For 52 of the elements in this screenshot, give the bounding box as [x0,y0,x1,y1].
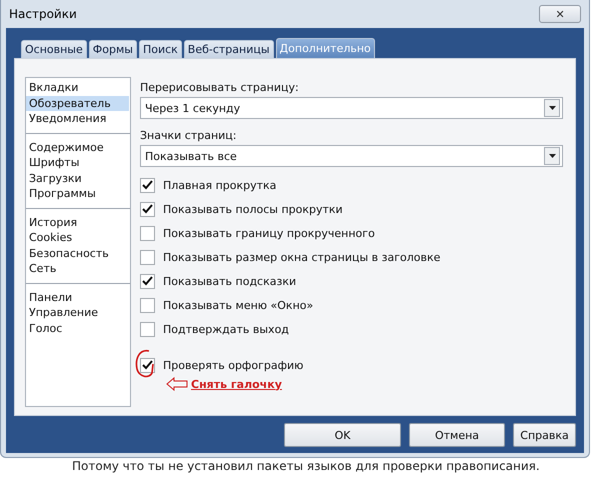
tab[interactable]: Формы [88,40,137,58]
checkbox-label: Показывать границу прокрученного [163,226,375,240]
tab[interactable]: Веб-страницы [184,40,274,58]
dialog-button[interactable]: Справка [513,423,576,447]
category-item[interactable]: Вкладки [26,80,129,96]
category-item[interactable]: Загрузки [26,170,129,186]
checkbox[interactable] [140,358,155,372]
checkbox[interactable] [140,250,155,264]
category-item[interactable]: Обозреватель [26,96,129,111]
dialog-button[interactable]: OK [284,423,401,447]
checkbox[interactable] [140,202,155,216]
check-icon [142,180,153,190]
category-item[interactable]: Программы [26,186,129,202]
caption: Потому что ты не установил пакеты языков для проверки правописания. [71,459,541,473]
checkbox-label: Подтверждать выход [163,322,289,336]
dropdown-label: Перерисовывать страницу: [140,81,300,94]
checkbox-label: Показывать подсказки [163,274,296,288]
check-icon [142,276,153,286]
close-button[interactable]: ✕ [539,5,581,23]
checkbox-label: Плавная прокрутка [163,178,276,192]
category-item[interactable]: Безопасность [26,246,129,261]
checkbox[interactable] [140,226,155,240]
checkbox[interactable] [140,322,155,336]
checkbox-label: Проверять орфографию [163,358,304,372]
checkbox-label: Показывать размер окна страницы в заголовке [163,250,440,264]
dialog-button[interactable]: Отмена [409,423,505,447]
dropdown-label: Значки страниц: [140,129,238,142]
category-item[interactable]: Голос [26,320,129,336]
check-icon [142,204,153,214]
checkbox[interactable] [140,298,155,312]
category-item[interactable]: Уведомления [26,111,129,126]
window-title: Настройки [8,7,77,21]
caret-icon [548,106,556,110]
category-item[interactable]: Управление [26,305,129,320]
checkbox[interactable] [140,178,155,192]
tab[interactable]: Поиск [138,40,182,58]
check-icon [142,360,153,370]
category-item[interactable]: Панели [26,290,129,305]
tab[interactable]: Основные [21,40,87,58]
category-item[interactable]: Сеть [26,261,129,276]
dropdown[interactable]: Через 1 секунду [140,97,563,119]
category-item[interactable]: Cookies [26,230,129,246]
category-item[interactable]: Шрифты [26,155,129,170]
checkbox-label: Показывать полосы прокрутки [163,202,343,216]
checkbox-label: Показывать меню «Окно» [163,298,314,312]
category-item[interactable]: История [26,214,129,230]
category-item[interactable]: Содержимое [26,140,129,155]
dropdown[interactable]: Показывать все [140,145,563,167]
arrow-icon [166,377,188,391]
checkbox[interactable] [140,274,155,288]
annotation: Снять галочку [191,378,282,390]
caret-icon [548,154,556,158]
